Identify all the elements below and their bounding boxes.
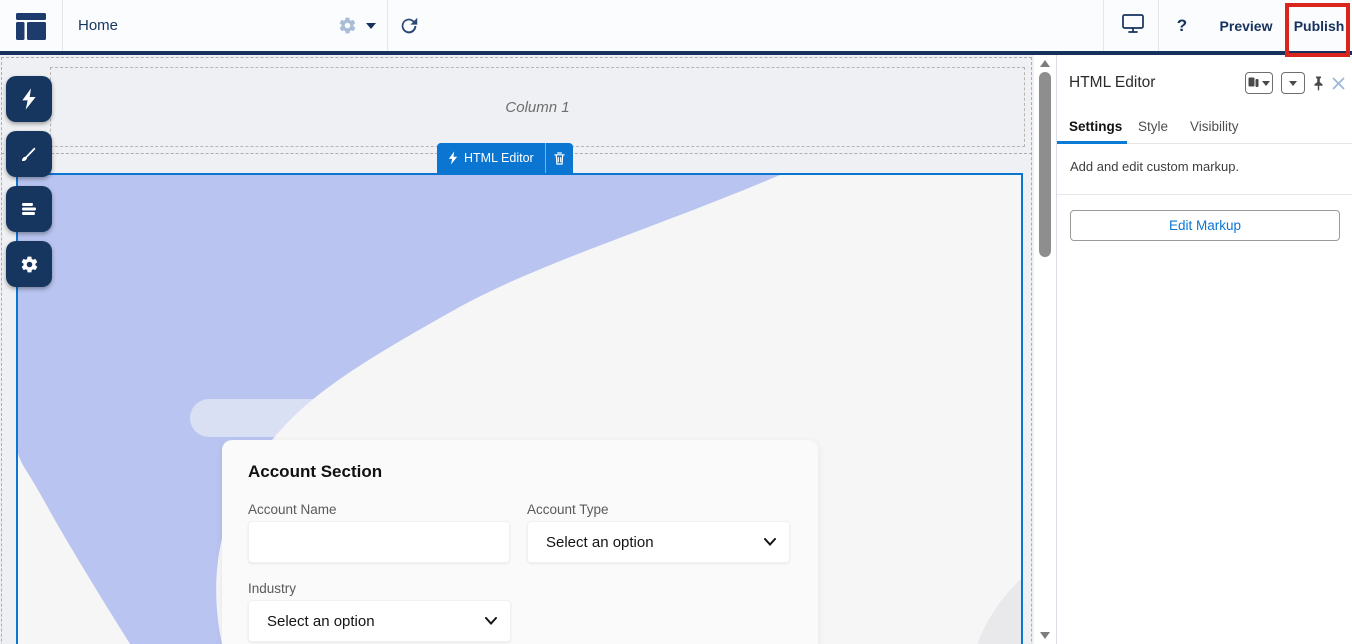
selected-component-badge[interactable]: HTML Editor	[437, 143, 573, 173]
panel-tabs: Settings Style Visibility	[1057, 117, 1352, 144]
industry-select[interactable]: Select an option	[248, 600, 511, 642]
sidebar-components-button[interactable]	[6, 76, 52, 122]
account-type-label: Account Type	[527, 502, 609, 517]
toolbar-divider	[387, 0, 388, 51]
panel-description: Add and edit custom markup.	[1070, 159, 1240, 174]
refresh-button[interactable]	[398, 15, 420, 37]
toolbar-divider	[1103, 0, 1104, 51]
scroll-up-arrow[interactable]	[1040, 60, 1050, 67]
help-label: ?	[1176, 15, 1188, 35]
trash-icon	[554, 151, 565, 165]
account-form-card: Account Section Account Name Account Typ…	[222, 440, 818, 644]
pin-icon[interactable]	[1313, 76, 1324, 91]
device-preview-button[interactable]	[1110, 0, 1156, 51]
column-drop-region[interactable]: Column 1	[50, 67, 1025, 147]
page-settings-gear-icon[interactable]	[338, 16, 357, 35]
sidebar-settings-button[interactable]	[6, 241, 52, 287]
publish-button[interactable]: Publish	[1288, 0, 1350, 51]
settings-gear-icon	[21, 256, 37, 272]
scroll-down-arrow[interactable]	[1040, 632, 1050, 639]
delete-component-button[interactable]	[544, 143, 573, 173]
preview-button[interactable]: Preview	[1208, 0, 1284, 51]
caret-down-icon	[1262, 80, 1270, 86]
scrollbar-thumb[interactable]	[1039, 72, 1051, 257]
page-selector[interactable]: Home	[78, 0, 118, 51]
account-name-input[interactable]	[249, 522, 509, 562]
lightning-icon	[448, 151, 458, 165]
account-name-label: Account Name	[248, 502, 337, 517]
builder-canvas[interactable]: Column 1 Account Section Account Name Ac…	[0, 55, 1034, 644]
page-selector-caret-icon[interactable]	[366, 23, 376, 29]
help-button[interactable]: ?	[1160, 0, 1204, 51]
sidebar-theme-button[interactable]	[6, 131, 52, 177]
structure-list-icon	[22, 203, 36, 215]
panel-title: HTML Editor	[1069, 74, 1156, 91]
current-page-label: Home	[78, 17, 119, 34]
industry-label: Industry	[248, 581, 297, 596]
canvas-scrollbar[interactable]	[1034, 55, 1056, 644]
chevron-down-icon	[764, 538, 776, 546]
components-lightning-icon	[22, 88, 36, 110]
edit-markup-button[interactable]: Edit Markup	[1070, 210, 1340, 241]
panel-divider	[1057, 194, 1352, 195]
component-settings-panel: HTML Editor Settings Style Visibility Ad…	[1056, 55, 1352, 644]
toolbar-divider	[62, 0, 63, 51]
tab-settings[interactable]: Settings	[1069, 119, 1122, 134]
column-label: Column 1	[505, 98, 570, 116]
caret-down-icon	[1289, 80, 1297, 86]
tab-visibility[interactable]: Visibility	[1190, 119, 1239, 134]
monitor-icon	[1121, 12, 1145, 39]
form-section-title: Account Section	[248, 462, 383, 481]
sidebar-structure-button[interactable]	[6, 186, 52, 232]
theme-brush-icon	[22, 147, 36, 162]
builder-toolbar: Home ? Preview Publish	[0, 0, 1352, 55]
collapse-panel-button[interactable]	[1281, 72, 1305, 94]
component-variations-button[interactable]	[1245, 72, 1273, 94]
tab-style[interactable]: Style	[1138, 119, 1168, 134]
toolbar-divider	[1158, 0, 1159, 51]
chevron-down-icon	[485, 617, 497, 625]
account-type-select[interactable]: Select an option	[527, 521, 790, 563]
builder-logo-icon[interactable]	[16, 13, 46, 40]
html-editor-component[interactable]: Account Section Account Name Account Typ…	[16, 173, 1023, 644]
close-icon[interactable]	[1332, 77, 1345, 90]
variations-cards-icon	[1248, 77, 1259, 87]
active-tab-underline	[1057, 141, 1127, 144]
